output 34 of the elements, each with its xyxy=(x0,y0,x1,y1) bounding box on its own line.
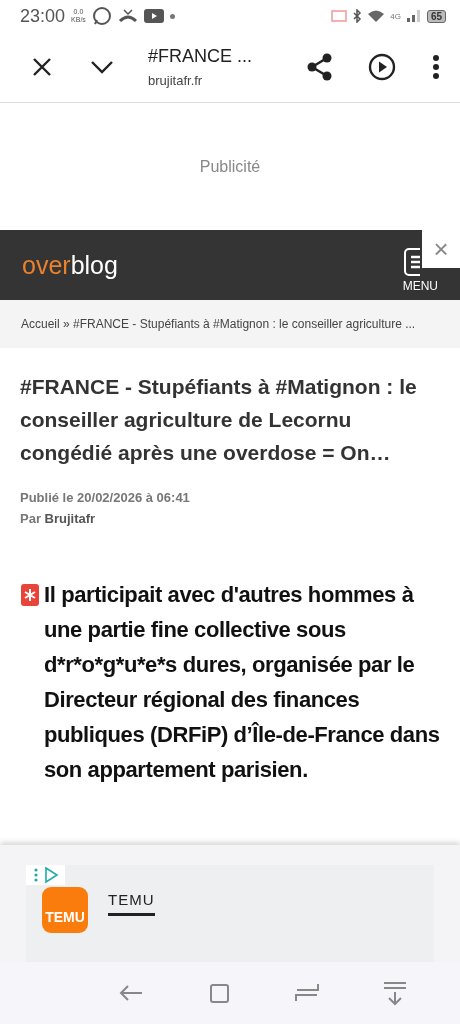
battery-level: 65 xyxy=(426,9,446,23)
site-logo[interactable]: overblog xyxy=(22,250,404,280)
hide-bar-button[interactable] xyxy=(382,980,408,1006)
app-logo: TEMU xyxy=(42,887,88,933)
article-body: Il participait avec d'autres hommes à une partie fine collective sous d*r*o*g*u*e*s dures, organisée par le Directeur régional des finances publiques (DRFiP) d’Île-de-France dans son appartement parisien. xyxy=(44,581,440,784)
menu-label[interactable]: MENU xyxy=(402,278,438,293)
advertiser-name: TEMU xyxy=(108,891,155,916)
cast-icon xyxy=(331,10,348,22)
article-title: #FRANCE - Stupéfiants à #Matignon : le conseiller agriculture de Lecornu congédié après une overdose = On… xyxy=(20,374,418,466)
more-icon xyxy=(432,54,440,80)
wifi-icon xyxy=(368,10,385,22)
author-line: Par Brujitafr xyxy=(20,510,97,528)
bluetooth-icon xyxy=(353,9,363,23)
signal-icon xyxy=(406,10,421,22)
share-icon xyxy=(307,53,333,81)
play-icon xyxy=(368,53,396,81)
video-icon xyxy=(143,9,164,23)
ad-close-button[interactable]: × xyxy=(422,230,460,268)
clock: 23:00 xyxy=(20,5,66,27)
page-title: #FRANCE ... xyxy=(148,46,254,67)
menu-icon[interactable] xyxy=(403,247,420,276)
banner-ad[interactable]: TEMU TEMU xyxy=(0,845,460,962)
ad-label: Publicité xyxy=(199,157,261,176)
network-type: 4G xyxy=(390,11,401,21)
ad-choices-icon[interactable] xyxy=(26,865,65,885)
page-url: brujitafr.fr xyxy=(148,73,204,88)
siren-icon xyxy=(20,583,40,607)
chevron-down-icon xyxy=(90,60,114,74)
close-icon xyxy=(32,57,52,77)
dot-icon xyxy=(169,13,175,19)
play-button[interactable] xyxy=(366,51,398,83)
publish-date: Publié le 20/02/2026 à 06:41 xyxy=(20,489,191,507)
chat-icon xyxy=(91,6,112,26)
missed-call-icon xyxy=(117,7,138,25)
